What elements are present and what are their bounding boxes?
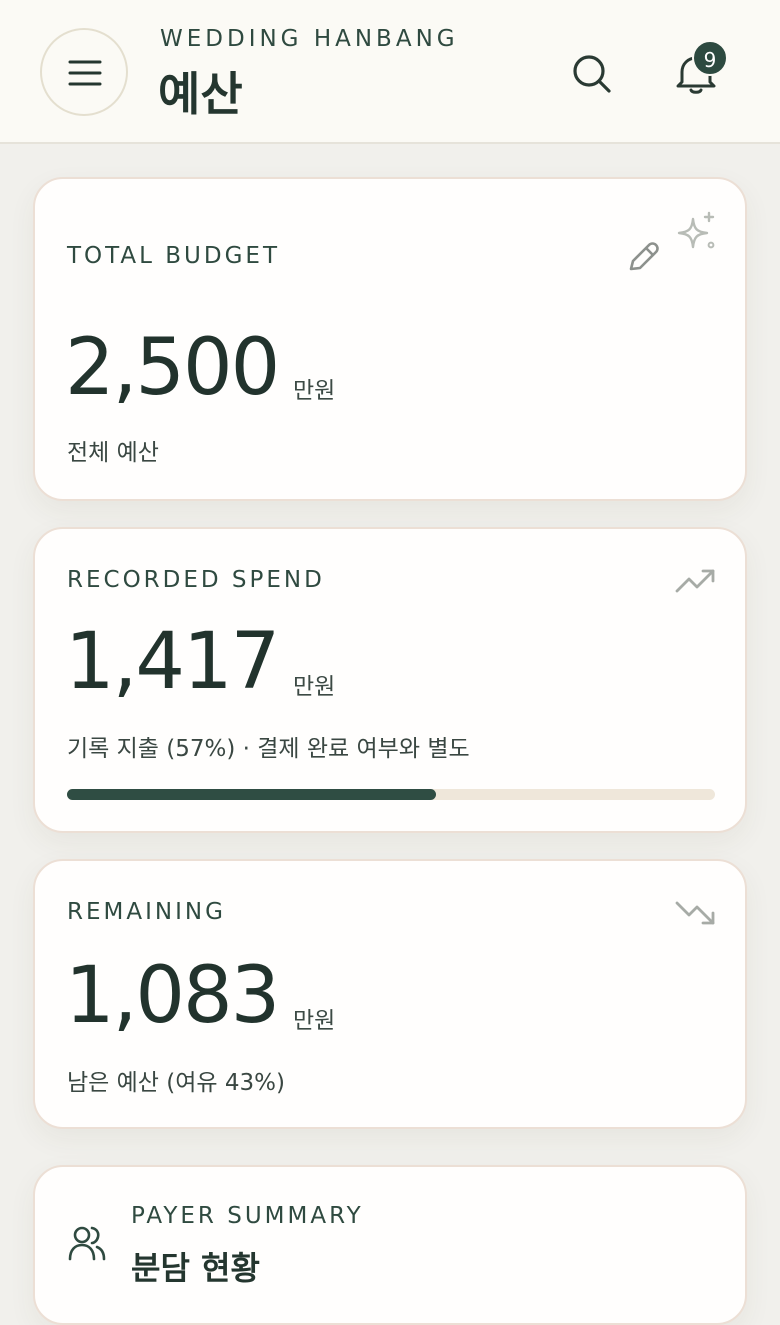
- total-budget-card: TOTAL BUDGET 2,500 만원 전체 예산: [33, 177, 747, 501]
- hamburger-icon: [68, 60, 102, 86]
- remaining-amount: 1,083: [65, 951, 280, 1041]
- recorded-spend-amount: 1,417: [65, 617, 280, 707]
- payer-summary-title: 분담 현황: [131, 1249, 260, 1287]
- recorded-spend-label: RECORDED SPEND: [67, 567, 325, 593]
- total-budget-caption: 전체 예산: [67, 440, 159, 466]
- sparkle-icon: [677, 211, 715, 249]
- remaining-card: REMAINING 1,083 만원 남은 예산 (여유 43%): [33, 859, 747, 1129]
- remaining-caption: 남은 예산 (여유 43%): [67, 1070, 285, 1096]
- search-button[interactable]: [568, 50, 616, 98]
- recorded-spend-card: RECORDED SPEND 1,417 만원 기록 지출 (57%) · 결제…: [33, 527, 747, 833]
- spend-progress-fill: [67, 789, 437, 800]
- users-icon: [68, 1226, 106, 1261]
- recorded-spend-caption: 기록 지출 (57%) · 결제 완료 여부와 별도: [67, 736, 470, 762]
- search-icon: [573, 55, 611, 93]
- trending-up-icon: [675, 569, 715, 593]
- remaining-label: REMAINING: [67, 899, 226, 925]
- payer-summary-label: PAYER SUMMARY: [131, 1203, 364, 1229]
- app-brand: WEDDING HANBANG: [160, 26, 459, 52]
- total-budget-unit: 만원: [293, 378, 336, 404]
- notification-badge: 9: [692, 40, 728, 76]
- spend-progress-bar: [67, 789, 715, 800]
- remaining-unit: 만원: [293, 1008, 336, 1034]
- page-title: 예산: [158, 67, 243, 121]
- total-budget-label: TOTAL BUDGET: [67, 243, 281, 269]
- menu-button[interactable]: [40, 28, 128, 116]
- payer-summary-card[interactable]: PAYER SUMMARY 분담 현황: [33, 1165, 747, 1325]
- total-budget-amount: 2,500: [65, 323, 280, 413]
- trending-down-icon: [675, 901, 715, 925]
- recorded-spend-unit: 만원: [293, 674, 336, 700]
- pencil-icon[interactable]: [623, 237, 663, 277]
- app-header: WEDDING HANBANG 예산 9: [0, 0, 780, 144]
